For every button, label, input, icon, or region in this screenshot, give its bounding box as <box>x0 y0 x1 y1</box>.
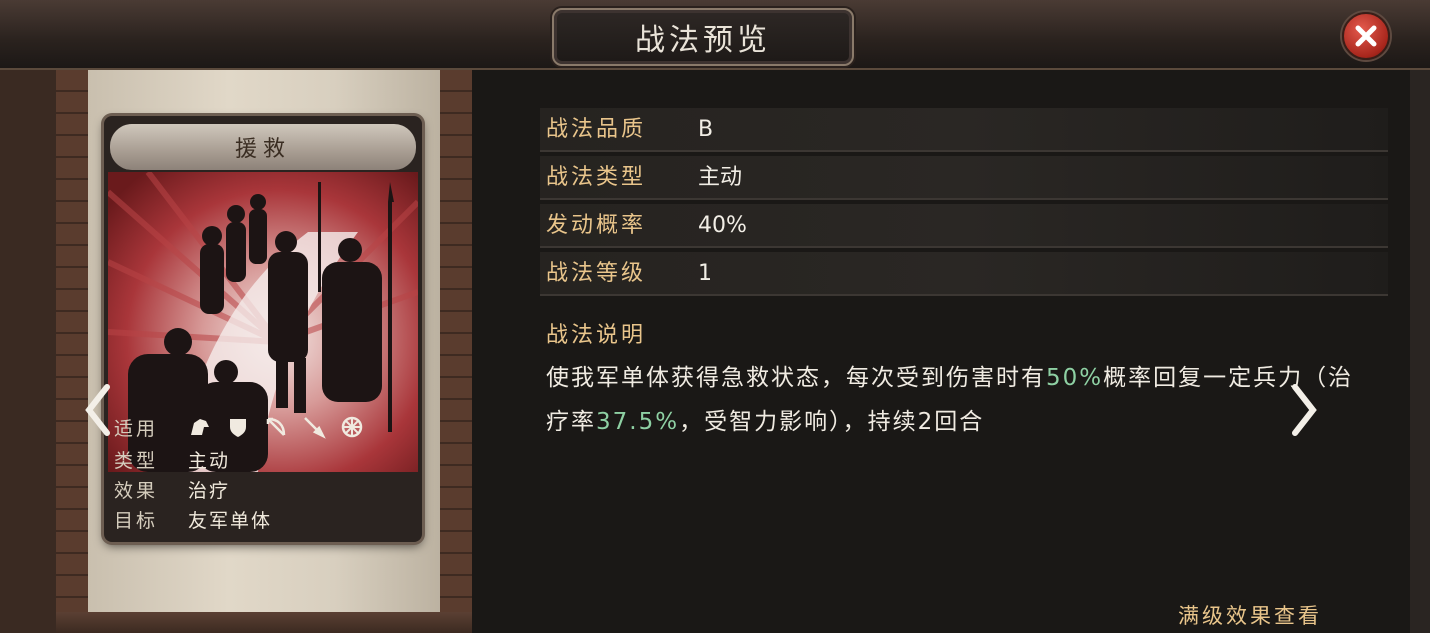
stat-row-level: 战法等级 1 <box>540 252 1388 296</box>
desc-highlight: 37.5% <box>596 409 680 435</box>
description-text: 使我军单体获得急救状态，每次受到伤害时有50%概率回复一定兵力（治疗率37.5%… <box>546 356 1356 444</box>
info-row-applicable: 适用 <box>114 412 364 442</box>
tactic-card: 援救 适用 类型 主动 效果 治疗 目标 友军单体 <box>104 116 422 542</box>
info-label: 类型 <box>114 449 159 472</box>
stat-label: 发动概率 <box>546 213 647 238</box>
desc-highlight: 50% <box>1046 365 1104 391</box>
wall-strip-right <box>440 70 472 633</box>
close-icon <box>1355 25 1377 47</box>
stat-row-type: 战法类型 主动 <box>540 156 1388 200</box>
info-row-effect: 效果 治疗 <box>114 474 230 504</box>
wall-strip-left <box>56 70 88 633</box>
title-frame: 战法预览 <box>552 8 854 66</box>
troop-icons <box>188 415 364 439</box>
desc-part: 使我军单体获得急救状态，每次受到伤害时有 <box>546 365 1046 391</box>
info-label: 适用 <box>114 417 159 440</box>
stat-value: 1 <box>698 261 712 286</box>
spear-icon <box>304 417 326 439</box>
next-arrow-button[interactable] <box>1284 380 1324 440</box>
description-title: 战法说明 <box>546 323 647 348</box>
full-level-effect-link[interactable]: 满级效果查看 <box>1178 600 1322 633</box>
info-value: 友军单体 <box>188 509 273 532</box>
stat-label: 战法类型 <box>546 165 647 190</box>
chevron-left-icon <box>85 384 110 436</box>
prev-arrow-button[interactable] <box>78 380 118 440</box>
close-button[interactable] <box>1342 12 1390 60</box>
desc-part: ，受智力影响），持续2回合 <box>679 409 985 435</box>
stat-row-quality: 战法品质 B <box>540 108 1388 152</box>
info-row-target: 目标 友军单体 <box>114 504 272 534</box>
info-value: 主动 <box>188 449 231 472</box>
info-label: 目标 <box>114 509 159 532</box>
bow-icon <box>266 417 286 436</box>
wheel-icon <box>341 416 363 438</box>
window-title: 战法预览 <box>635 23 771 58</box>
card-name: 援救 <box>234 137 291 162</box>
stat-label: 战法等级 <box>546 261 647 286</box>
shield-icon <box>230 419 246 437</box>
cavalry-icon <box>191 419 209 435</box>
stat-value: 40% <box>698 213 747 238</box>
stat-row-rate: 发动概率 40% <box>540 204 1388 248</box>
info-value: 治疗 <box>188 479 231 502</box>
info-row-type: 类型 主动 <box>114 444 230 474</box>
stat-value: B <box>698 117 714 142</box>
chevron-right-icon <box>1292 384 1317 436</box>
stat-value: 主动 <box>698 165 743 190</box>
card-header: 援救 <box>110 124 416 170</box>
stat-label: 战法品质 <box>546 117 647 142</box>
panel-edge <box>1410 70 1430 633</box>
card-info: 适用 类型 主动 效果 治疗 目标 友军单体 <box>114 412 414 540</box>
scroll-base <box>56 612 472 633</box>
info-label: 效果 <box>114 479 159 502</box>
